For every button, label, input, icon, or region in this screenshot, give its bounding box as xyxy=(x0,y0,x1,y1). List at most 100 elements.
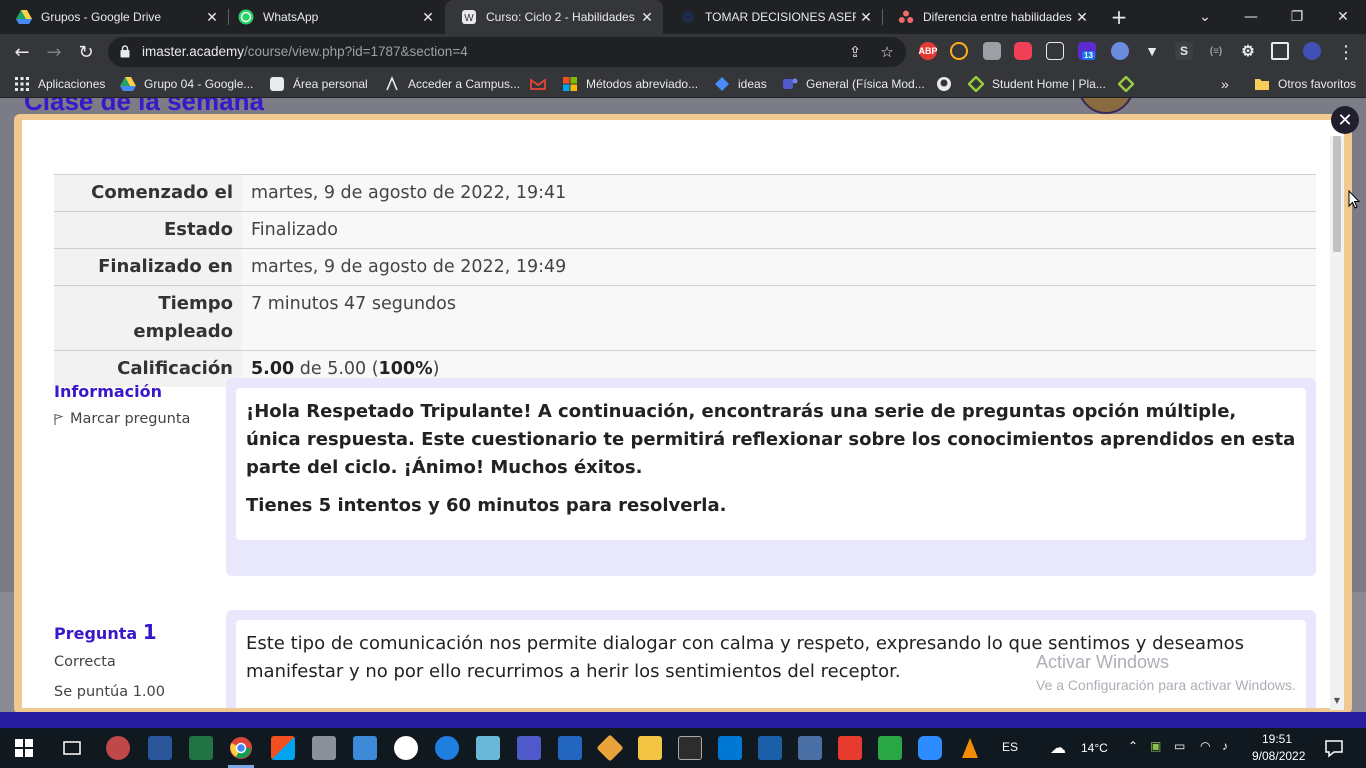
app-icon[interactable] xyxy=(394,736,418,760)
extensions-puzzle-icon[interactable]: ⚙ xyxy=(1239,42,1257,60)
weather-temp[interactable]: 14°C xyxy=(1081,741,1108,755)
extension-icon[interactable] xyxy=(950,42,968,60)
bookmark-acceder-campus[interactable]: Acceder a Campus... xyxy=(384,75,520,93)
back-icon[interactable]: ← xyxy=(8,38,36,66)
tray-app-icon[interactable]: ▣ xyxy=(1150,739,1161,753)
windows-start-icon[interactable] xyxy=(12,736,36,760)
terminal-icon[interactable] xyxy=(678,736,702,760)
new-tab-button[interactable]: + xyxy=(1108,6,1130,28)
screenshot-icon[interactable] xyxy=(1046,42,1064,60)
close-tab-icon[interactable]: ✕ xyxy=(637,9,657,26)
pocket-icon[interactable] xyxy=(1014,42,1032,60)
bookmark-star-icon[interactable]: ☆ xyxy=(878,43,896,61)
close-tab-icon[interactable]: ✕ xyxy=(202,9,222,26)
bookmark-student-home[interactable]: Student Home | Pla... xyxy=(968,75,1106,93)
cloud-icon[interactable]: ☁ xyxy=(1050,738,1066,758)
app-icon[interactable] xyxy=(878,736,902,760)
minimize-button[interactable]: — xyxy=(1228,0,1274,34)
tab-label: Curso: Ciclo 2 - Habilidades P xyxy=(486,10,637,24)
bookmark-platzi-2[interactable] xyxy=(1118,75,1142,93)
bookmark-otros-favoritos[interactable]: Otros favoritos xyxy=(1254,75,1356,93)
bookmark-ideas[interactable]: ideas xyxy=(714,75,767,93)
chrome-icon[interactable] xyxy=(229,736,253,760)
forward-icon[interactable]: → xyxy=(40,38,68,66)
side-panel-icon[interactable] xyxy=(1271,42,1289,60)
app-icon[interactable] xyxy=(476,736,500,760)
tab-diferencia-habilidades[interactable]: Diferencia entre habilidades ✕ xyxy=(882,0,1098,34)
vscode-icon[interactable] xyxy=(718,736,742,760)
extension-icon[interactable]: S xyxy=(1175,42,1193,60)
file-explorer-icon[interactable] xyxy=(638,736,662,760)
tab-whatsapp[interactable]: WhatsApp ✕ xyxy=(222,0,444,34)
extension-icon[interactable]: 13 xyxy=(1078,42,1096,60)
restore-button[interactable]: ❐ xyxy=(1274,0,1320,34)
wifi-icon[interactable]: ◠ xyxy=(1200,739,1210,753)
close-tab-icon[interactable]: ✕ xyxy=(1072,9,1092,26)
excel-icon[interactable] xyxy=(189,736,213,760)
tab-label: Grupos - Google Drive xyxy=(41,10,162,24)
extension-icon[interactable] xyxy=(1111,42,1129,60)
url-text[interactable]: imaster.academy/course/view.php?id=1787&… xyxy=(142,44,468,59)
teams-icon xyxy=(783,78,798,89)
extension-icon[interactable] xyxy=(983,42,1001,60)
app-icon[interactable] xyxy=(312,736,336,760)
adblock-plus-icon[interactable]: ABP xyxy=(919,42,938,60)
extension-icon[interactable]: (≡) xyxy=(1207,42,1225,60)
close-tab-icon[interactable]: ✕ xyxy=(856,9,876,26)
app-icon[interactable] xyxy=(798,736,822,760)
app-icon[interactable] xyxy=(758,736,782,760)
bookmark-general-fisica[interactable]: General (Física Mod... xyxy=(782,75,925,93)
profile-avatar[interactable] xyxy=(1303,42,1321,60)
store-icon[interactable] xyxy=(271,736,295,760)
volume-icon[interactable]: ♪ xyxy=(1222,739,1228,753)
info-paragraph: ¡Hola Respetado Tripulante! A continuaci… xyxy=(246,401,1296,478)
share-icon[interactable]: ⇪ xyxy=(846,43,864,61)
lock-icon[interactable] xyxy=(120,45,130,58)
google-drive-icon xyxy=(120,77,136,91)
close-modal-button[interactable]: ✕ xyxy=(1331,106,1359,134)
bookmark-github[interactable] xyxy=(936,75,960,93)
tab-curso-active[interactable]: W Curso: Ciclo 2 - Habilidades P ✕ xyxy=(445,0,663,34)
flag-question-link[interactable]: Marcar pregunta xyxy=(54,411,214,427)
clock-date[interactable]: 9/08/2022 xyxy=(1252,749,1305,763)
svg-text:W: W xyxy=(464,13,474,24)
app-icon[interactable] xyxy=(353,736,377,760)
tab-search-icon[interactable]: ⌄ xyxy=(1182,0,1228,34)
powershell-icon[interactable] xyxy=(558,736,582,760)
task-view-icon[interactable] xyxy=(60,736,84,760)
tab-google-drive[interactable]: Grupos - Google Drive ✕ xyxy=(0,0,228,34)
zoom-icon[interactable] xyxy=(918,736,942,760)
scroll-down-icon[interactable]: ▼ xyxy=(1332,696,1342,705)
app-icon-paint[interactable] xyxy=(106,736,130,760)
vlc-icon[interactable] xyxy=(958,736,982,760)
modal-scrollbar[interactable]: ▼ xyxy=(1330,136,1344,710)
notifications-icon[interactable] xyxy=(1322,736,1346,760)
reload-icon[interactable]: ↻ xyxy=(72,38,100,66)
language-indicator[interactable]: ES xyxy=(1002,740,1018,754)
question-label: Pregunta xyxy=(54,624,138,643)
battery-icon[interactable]: ▭ xyxy=(1174,739,1185,753)
address-bar[interactable]: imaster.academy/course/view.php?id=1787&… xyxy=(108,37,906,67)
grade-score: 5.00 xyxy=(251,359,295,379)
bookmark-grupo-04[interactable]: Grupo 04 - Google... xyxy=(120,75,253,93)
menu-icon[interactable]: ⋮ xyxy=(1332,38,1360,66)
bookmark-aplicaciones[interactable]: Aplicaciones xyxy=(14,75,105,93)
close-window-button[interactable]: ✕ xyxy=(1320,0,1366,34)
app-icon[interactable] xyxy=(596,734,624,762)
bookmark-metodos-abreviados[interactable]: Métodos abreviado... xyxy=(562,75,698,93)
vue-devtools-icon[interactable]: ▼ xyxy=(1143,42,1161,60)
teams-icon[interactable] xyxy=(517,736,541,760)
bookmark-area-personal[interactable]: Área personal xyxy=(269,75,368,93)
close-tab-icon[interactable]: ✕ xyxy=(418,9,438,26)
app-icon[interactable] xyxy=(435,736,459,760)
more-bookmarks-icon[interactable]: » xyxy=(1221,75,1229,93)
chevron-up-icon[interactable]: ⌃ xyxy=(1128,739,1138,753)
tab-tomar-decisiones[interactable]: TOMAR DECISIONES ASERTIV ✕ xyxy=(664,0,882,34)
word-icon[interactable] xyxy=(148,736,172,760)
app-icon[interactable] xyxy=(838,736,862,760)
clock-time[interactable]: 19:51 xyxy=(1262,732,1292,746)
apps-grid-icon xyxy=(15,77,29,91)
scrollbar-thumb[interactable] xyxy=(1333,136,1341,252)
bookmark-gmail[interactable] xyxy=(530,75,554,93)
github-icon xyxy=(937,77,951,91)
